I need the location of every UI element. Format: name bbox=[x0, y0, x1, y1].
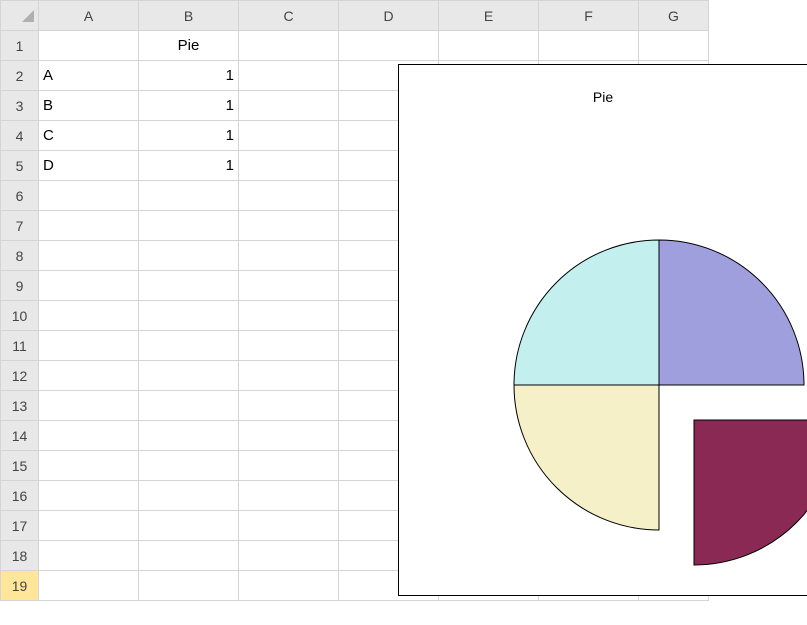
cell[interactable] bbox=[139, 331, 239, 361]
cell[interactable] bbox=[39, 181, 139, 211]
col-header-C[interactable]: C bbox=[239, 1, 339, 31]
cell[interactable] bbox=[239, 481, 339, 511]
cell[interactable] bbox=[139, 421, 239, 451]
cell[interactable] bbox=[39, 571, 139, 601]
cell-B2[interactable]: 1 bbox=[139, 61, 239, 91]
cell[interactable] bbox=[39, 391, 139, 421]
cell[interactable] bbox=[39, 481, 139, 511]
cell[interactable] bbox=[39, 331, 139, 361]
select-all-corner[interactable] bbox=[1, 1, 39, 31]
cell-C2[interactable] bbox=[239, 61, 339, 91]
cell-B4[interactable]: 1 bbox=[139, 121, 239, 151]
cell-B1[interactable]: Pie bbox=[139, 31, 239, 61]
cell[interactable] bbox=[139, 301, 239, 331]
cell[interactable] bbox=[239, 391, 339, 421]
cell-A4[interactable]: C bbox=[39, 121, 139, 151]
cell[interactable] bbox=[239, 451, 339, 481]
col-header-D[interactable]: D bbox=[339, 1, 439, 31]
pie-chart-svg bbox=[439, 175, 807, 595]
cell[interactable] bbox=[239, 211, 339, 241]
pie-chart-object[interactable]: Pie bbox=[398, 64, 807, 596]
pie-slice-C[interactable] bbox=[514, 385, 659, 530]
cell[interactable] bbox=[39, 241, 139, 271]
pie-slice-A[interactable] bbox=[659, 240, 804, 385]
row-header-1[interactable]: 1 bbox=[1, 31, 39, 61]
triangle-icon bbox=[22, 10, 34, 22]
cell[interactable] bbox=[239, 301, 339, 331]
row-header-5[interactable]: 5 bbox=[1, 151, 39, 181]
cell-C5[interactable] bbox=[239, 151, 339, 181]
cell[interactable] bbox=[139, 391, 239, 421]
pie-slice-D[interactable] bbox=[514, 240, 659, 385]
cell-A3[interactable]: B bbox=[39, 91, 139, 121]
row-header-6[interactable]: 6 bbox=[1, 181, 39, 211]
cell-A5[interactable]: D bbox=[39, 151, 139, 181]
row-header-13[interactable]: 13 bbox=[1, 391, 39, 421]
cell[interactable] bbox=[239, 331, 339, 361]
cell-E1[interactable] bbox=[439, 31, 539, 61]
chart-title: Pie bbox=[399, 89, 807, 105]
row-header-4[interactable]: 4 bbox=[1, 121, 39, 151]
cell[interactable] bbox=[139, 541, 239, 571]
row-header-8[interactable]: 8 bbox=[1, 241, 39, 271]
cell-F1[interactable] bbox=[539, 31, 639, 61]
row-header-14[interactable]: 14 bbox=[1, 421, 39, 451]
cell-B3[interactable]: 1 bbox=[139, 91, 239, 121]
cell[interactable] bbox=[239, 541, 339, 571]
cell[interactable] bbox=[139, 211, 239, 241]
cell-B5[interactable]: 1 bbox=[139, 151, 239, 181]
row-header-9[interactable]: 9 bbox=[1, 271, 39, 301]
row-header-19[interactable]: 19 bbox=[1, 571, 39, 601]
cell-C1[interactable] bbox=[239, 31, 339, 61]
cell-C3[interactable] bbox=[239, 91, 339, 121]
row-header-11[interactable]: 11 bbox=[1, 331, 39, 361]
cell-D1[interactable] bbox=[339, 31, 439, 61]
cell[interactable] bbox=[39, 541, 139, 571]
row-header-2[interactable]: 2 bbox=[1, 61, 39, 91]
pie-slice-B[interactable] bbox=[694, 420, 807, 565]
row-header-18[interactable]: 18 bbox=[1, 541, 39, 571]
row-header-7[interactable]: 7 bbox=[1, 211, 39, 241]
cell[interactable] bbox=[239, 271, 339, 301]
cell[interactable] bbox=[39, 271, 139, 301]
row-header-15[interactable]: 15 bbox=[1, 451, 39, 481]
cell[interactable] bbox=[139, 451, 239, 481]
cell[interactable] bbox=[39, 361, 139, 391]
cell[interactable] bbox=[239, 421, 339, 451]
cell[interactable] bbox=[139, 511, 239, 541]
cell[interactable] bbox=[139, 361, 239, 391]
cell[interactable] bbox=[139, 571, 239, 601]
cell-A2[interactable]: A bbox=[39, 61, 139, 91]
cell[interactable] bbox=[239, 181, 339, 211]
cell[interactable] bbox=[39, 451, 139, 481]
row-header-10[interactable]: 10 bbox=[1, 301, 39, 331]
col-header-B[interactable]: B bbox=[139, 1, 239, 31]
col-header-F[interactable]: F bbox=[539, 1, 639, 31]
cell-C4[interactable] bbox=[239, 121, 339, 151]
row-header-3[interactable]: 3 bbox=[1, 91, 39, 121]
cell[interactable] bbox=[139, 181, 239, 211]
row-header-17[interactable]: 17 bbox=[1, 511, 39, 541]
cell[interactable] bbox=[139, 271, 239, 301]
cell[interactable] bbox=[239, 241, 339, 271]
cell-A1[interactable] bbox=[39, 31, 139, 61]
cell[interactable] bbox=[239, 361, 339, 391]
cell[interactable] bbox=[139, 241, 239, 271]
col-header-A[interactable]: A bbox=[39, 1, 139, 31]
row-header-12[interactable]: 12 bbox=[1, 361, 39, 391]
cell[interactable] bbox=[239, 511, 339, 541]
cell[interactable] bbox=[39, 511, 139, 541]
col-header-G[interactable]: G bbox=[639, 1, 709, 31]
cell[interactable] bbox=[239, 571, 339, 601]
cell[interactable] bbox=[39, 421, 139, 451]
cell[interactable] bbox=[39, 211, 139, 241]
cell[interactable] bbox=[39, 301, 139, 331]
row-header-16[interactable]: 16 bbox=[1, 481, 39, 511]
cell-G1[interactable] bbox=[639, 31, 709, 61]
cell[interactable] bbox=[139, 481, 239, 511]
col-header-E[interactable]: E bbox=[439, 1, 539, 31]
